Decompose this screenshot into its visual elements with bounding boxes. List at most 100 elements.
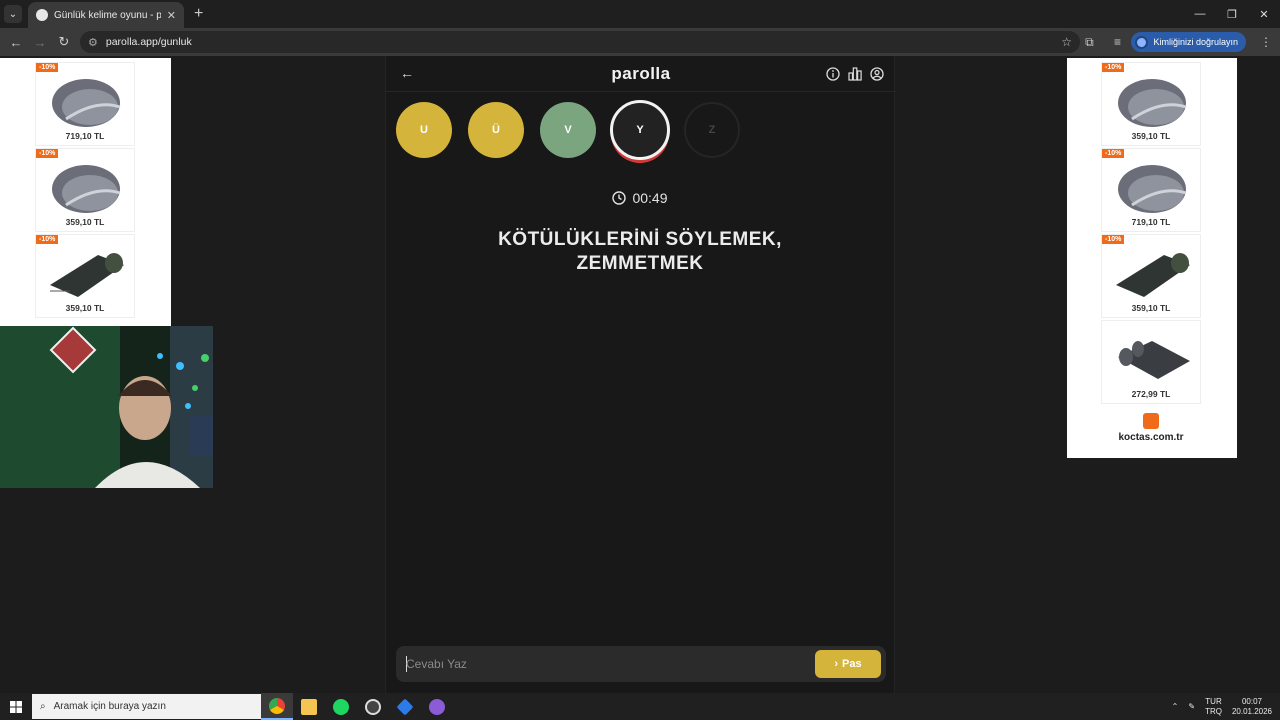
letter-circle: Ü [468, 102, 524, 158]
chevron-right-icon: › [834, 658, 839, 670]
pass-button[interactable]: › Pas [815, 650, 881, 678]
timer: 00:49 [386, 190, 894, 206]
search-placeholder: Aramak için buraya yazın [53, 701, 166, 712]
minimize-icon[interactable]: — [1184, 0, 1216, 28]
pen-icon[interactable]: ✎ [1188, 702, 1195, 711]
explorer-taskbar-icon[interactable] [293, 693, 325, 720]
game-panel: ← parolla U Ü V Y Z 00:49 KÖTÜLÜKLERİNİ … [385, 56, 896, 693]
stats-icon[interactable] [848, 67, 862, 81]
back-icon[interactable]: ← [4, 35, 28, 50]
start-button[interactable] [0, 693, 32, 720]
clock-time: 00:07 [1241, 696, 1262, 706]
pass-label: Pas [842, 658, 862, 670]
ad-banner-right[interactable]: -10% 359,10 TL -10% 719,10 TL -10% 359,1… [1067, 58, 1237, 458]
answer-input[interactable] [406, 654, 786, 674]
game-header: ← parolla [386, 56, 896, 92]
ad-price: 719,10 TL [65, 131, 105, 141]
user-icon[interactable] [870, 67, 884, 81]
restore-icon[interactable]: ❐ [1216, 0, 1248, 28]
ad-price: 272,99 TL [1131, 389, 1171, 399]
browser-toolbar: ← → ↻ ⚙ parolla.app/gunluk ☆ ⧉ ≡ Kimliği… [0, 28, 1280, 56]
tab-list-button[interactable]: ⌄ [4, 5, 22, 23]
app-taskbar-icon[interactable] [421, 693, 453, 720]
browser-tab[interactable]: Günlük kelime oyunu - parolla ✕ [28, 2, 184, 28]
obs-icon [365, 698, 381, 715]
address-bar[interactable]: ⚙ parolla.app/gunluk ☆ [80, 31, 1080, 53]
ad-price: 719,10 TL [1131, 217, 1171, 227]
ad-product[interactable]: -10% 359,10 TL [1101, 234, 1201, 318]
clue-line-2: ZEMMETMEK [576, 253, 704, 274]
ad-price: 359,10 TL [65, 303, 105, 313]
chrome-taskbar-icon[interactable] [261, 693, 293, 720]
clue-line-1: KÖTÜLÜKLERİNİ SÖYLEMEK, [498, 229, 782, 250]
ad-product[interactable]: -10% 719,10 TL [35, 62, 135, 146]
rubber-roll-image [50, 253, 124, 297]
search-icon: ⌕ [40, 701, 46, 712]
language-indicator[interactable]: TUR TRQ [1205, 697, 1222, 717]
clue-text: KÖTÜLÜKLERİNİ SÖYLEMEK, ZEMMETMEK [426, 228, 854, 276]
forward-icon[interactable]: → [28, 35, 52, 50]
profile-button[interactable]: Kimliğinizi doğrulayın [1131, 32, 1246, 52]
window-controls: — ❐ ✕ [1184, 0, 1280, 28]
extensions-icon[interactable]: ⧉ [1075, 35, 1103, 50]
profile-label: Kimliğinizi doğrulayın [1153, 37, 1238, 47]
carpet-image [1118, 165, 1187, 213]
page-content: -10% 719,10 TL -10% 359,10 TL -10% 359,1… [0, 56, 1280, 693]
close-tab-icon[interactable]: ✕ [167, 9, 176, 22]
clock[interactable]: 00:07 20.01.2026 [1232, 697, 1272, 717]
site-info-icon[interactable]: ⚙ [88, 36, 98, 49]
ad-price: 359,10 TL [1131, 303, 1171, 313]
app-taskbar-icon[interactable] [389, 693, 421, 720]
profile-avatar-icon [1135, 35, 1149, 49]
ad-product[interactable]: -10% 719,10 TL [1101, 148, 1201, 232]
parolla-favicon-icon [36, 9, 48, 21]
ad-product[interactable]: -10% 359,10 TL [35, 234, 135, 318]
info-icon[interactable] [826, 67, 840, 81]
bookmark-star-icon[interactable]: ☆ [1061, 35, 1072, 49]
system-tray: ⌃ ✎ TUR TRQ 00:07 20.01.2026 [1172, 693, 1280, 720]
carpet-image [1118, 79, 1187, 127]
ad-product[interactable]: 272,99 TL [1101, 320, 1201, 404]
tray-chevron-up-icon[interactable]: ⌃ [1172, 702, 1179, 711]
game-logo: parolla [611, 64, 671, 83]
letter-circle: Z [684, 102, 740, 158]
ad-banner-left[interactable]: -10% 719,10 TL -10% 359,10 TL -10% 359,1… [0, 58, 171, 328]
ad-brand-name: koctas.com.tr [1118, 432, 1184, 443]
new-tab-button[interactable]: + [194, 5, 203, 23]
browser-menu-icon[interactable]: ⋮ [1252, 35, 1280, 49]
carpet-image [52, 165, 121, 213]
ad-price: 359,10 TL [65, 217, 105, 227]
browser-tab-bar: ⌄ Günlük kelime oyunu - parolla ✕ + — ❐ … [0, 0, 1280, 28]
media-controls-icon[interactable]: ≡ [1103, 35, 1131, 49]
taskbar-search[interactable]: ⌕ Aramak için buraya yazın [32, 694, 261, 719]
close-window-icon[interactable]: ✕ [1248, 0, 1280, 28]
windows-taskbar: ⌕ Aramak için buraya yazın ⌃ ✎ TUR TRQ 0… [0, 693, 1280, 720]
reload-icon[interactable]: ↻ [52, 34, 76, 50]
spotify-taskbar-icon[interactable] [325, 693, 357, 720]
answer-bar: › Pas [396, 646, 886, 682]
url-text: parolla.app/gunluk [105, 36, 192, 48]
spotify-icon [333, 698, 349, 715]
rubber-rolls-image [1118, 341, 1190, 379]
ad-price: 359,10 TL [1131, 131, 1171, 141]
ad-product[interactable]: -10% 359,10 TL [35, 148, 135, 232]
tab-title: Günlük kelime oyunu - parolla [54, 9, 161, 21]
timer-value: 00:49 [632, 190, 668, 206]
current-letter-circle: Y [610, 100, 670, 160]
folder-icon [301, 698, 317, 715]
letter-circle: U [396, 102, 452, 158]
ad-brand[interactable]: koctas.com.tr [1101, 413, 1201, 443]
app-diamond-icon [396, 698, 414, 715]
letter-circle: V [540, 102, 596, 158]
app-taskbar-icon[interactable] [357, 693, 389, 720]
lang-bottom: TRQ [1205, 706, 1222, 716]
clock-date: 20.01.2026 [1231, 706, 1272, 716]
carpet-image [52, 79, 121, 127]
chrome-icon [269, 697, 285, 714]
ad-product[interactable]: -10% 359,10 TL [1101, 62, 1201, 146]
koctas-logo-icon [1143, 413, 1159, 429]
game-area: ← parolla U Ü V Y Z 00:49 KÖTÜLÜKLERİNİ … [213, 56, 1067, 693]
rubber-roll-image [1116, 253, 1190, 297]
windows-logo-icon [10, 700, 22, 713]
app-gamepad-icon [429, 698, 445, 715]
